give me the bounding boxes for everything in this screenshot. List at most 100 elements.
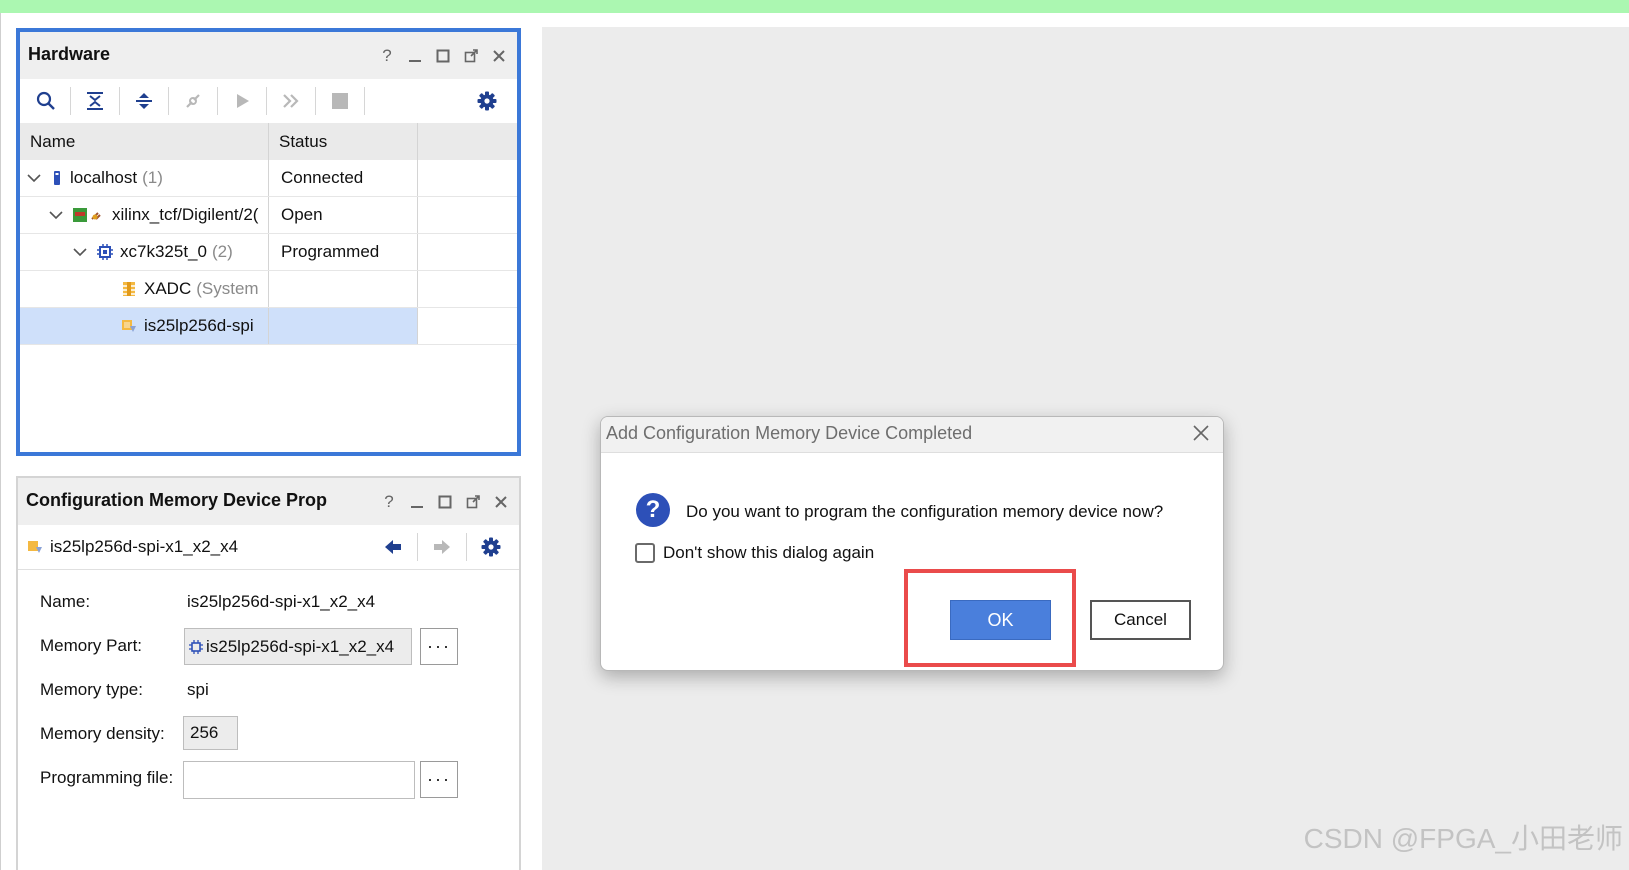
tree-cell-name: is25lp256d-spi: [20, 308, 269, 344]
tree-node-count: (System: [196, 279, 259, 298]
hardware-tree: Name Status localhost (1) Connected xili…: [20, 123, 517, 345]
memory-density-label: Memory density:: [40, 724, 165, 743]
top-status-bar: [0, 0, 1629, 13]
programming-file-label: Programming file:: [40, 768, 174, 787]
server-icon: [50, 170, 64, 186]
memory-device-icon: [120, 317, 138, 335]
properties-body: Name: is25lp256d-spi-x1_x2_x4 Memory Par…: [18, 569, 519, 800]
tree-row-fpga[interactable]: xc7k325t_0 (2) Programmed: [20, 234, 517, 271]
gear-icon[interactable]: [469, 83, 505, 119]
question-icon: ?: [636, 493, 670, 527]
expand-all-icon[interactable]: [126, 83, 162, 119]
back-arrow-icon[interactable]: [375, 529, 411, 565]
memory-type-label: Memory type:: [40, 680, 143, 699]
help-icon[interactable]: ?: [377, 46, 397, 66]
tree-cell-status: [269, 308, 418, 344]
help-icon[interactable]: ?: [379, 492, 399, 512]
run-icon[interactable]: [224, 83, 260, 119]
hardware-window-controls: ?: [377, 46, 509, 66]
board-icon: [72, 207, 106, 223]
device-bar: is25lp256d-spi-x1_x2_x4: [18, 525, 519, 569]
tree-cell-status: Connected: [269, 160, 418, 196]
float-icon[interactable]: [463, 492, 483, 512]
tree-cell-name: xilinx_tcf/Digilent/2(: [20, 197, 269, 233]
properties-panel-header: Configuration Memory Device Prop ?: [18, 478, 519, 525]
search-icon[interactable]: [28, 83, 64, 119]
minimize-icon[interactable]: [405, 46, 425, 66]
name-column-header[interactable]: Name: [20, 123, 269, 160]
memory-part-field[interactable]: is25lp256d-spi-x1_x2_x4: [184, 628, 412, 665]
tree-node-label: is25lp256d-spi: [144, 316, 254, 335]
properties-panel: Configuration Memory Device Prop ? is25l…: [16, 476, 521, 870]
toolbar-separator: [70, 87, 71, 115]
toolbar-separator: [119, 87, 120, 115]
tree-node-count: (1): [142, 168, 163, 187]
dialog-title: Add Configuration Memory Device Complete…: [606, 423, 973, 443]
chevron-down-icon[interactable]: [48, 210, 64, 220]
float-icon[interactable]: [461, 46, 481, 66]
tree-node-label: XADC: [144, 279, 192, 298]
name-label: Name:: [40, 592, 91, 611]
auto-connect-icon[interactable]: [175, 83, 211, 119]
tree-cell-status: Open: [269, 197, 418, 233]
toolbar-separator: [417, 533, 418, 561]
dialog-message: Do you want to program the configuration…: [686, 502, 1164, 521]
device-nav-icons: [375, 529, 509, 565]
toolbar-separator: [266, 87, 267, 115]
device-name: is25lp256d-spi-x1_x2_x4: [50, 537, 239, 556]
hardware-toolbar: [20, 79, 517, 123]
programming-file-input[interactable]: [183, 761, 415, 799]
forward-arrow-icon[interactable]: [424, 529, 460, 565]
properties-panel-title: Configuration Memory Device Prop: [26, 490, 328, 510]
prop-row-memory-type: Memory type: spi: [18, 668, 519, 712]
programming-file-browse-button[interactable]: ···: [420, 761, 458, 798]
status-column-header[interactable]: Status: [269, 123, 418, 160]
watermark: CSDN @FPGA_小田老师: [1303, 823, 1623, 854]
dont-show-again-label: Don't show this dialog again: [663, 543, 875, 562]
cancel-button[interactable]: Cancel: [1090, 600, 1191, 640]
collapse-all-icon[interactable]: [77, 83, 113, 119]
dont-show-again-checkbox[interactable]: [635, 543, 655, 563]
toolbar-separator: [364, 87, 365, 115]
prop-row-programming-file: Programming file: ···: [18, 756, 519, 800]
tree-node-label: xc7k325t_0: [120, 242, 207, 261]
hardware-panel-header: Hardware ?: [20, 32, 517, 79]
maximize-icon[interactable]: [435, 492, 455, 512]
prop-row-name: Name: is25lp256d-spi-x1_x2_x4: [18, 580, 519, 624]
tree-cell-name: xc7k325t_0 (2): [20, 234, 269, 270]
memory-density-field[interactable]: 256: [183, 716, 238, 750]
chevron-down-icon[interactable]: [26, 173, 42, 183]
chip-icon: [96, 243, 114, 261]
close-icon[interactable]: [491, 492, 511, 512]
minimize-icon[interactable]: [407, 492, 427, 512]
prop-row-memory-density: Memory density: 256: [18, 712, 519, 756]
toolbar-separator: [168, 87, 169, 115]
stop-icon[interactable]: [322, 83, 358, 119]
maximize-icon[interactable]: [433, 46, 453, 66]
chevron-down-icon[interactable]: [72, 247, 88, 257]
tree-cell-status: Programmed: [269, 234, 418, 270]
tree-cell-status: [269, 271, 418, 307]
close-icon[interactable]: [489, 46, 509, 66]
prop-row-memory-part: Memory Part: is25lp256d-spi-x1_x2_x4 ···: [18, 624, 519, 668]
toolbar-separator: [466, 533, 467, 561]
close-icon[interactable]: [1191, 423, 1211, 448]
toolbar-separator: [315, 87, 316, 115]
memory-part-value: is25lp256d-spi-x1_x2_x4: [206, 636, 395, 656]
tree-cell-name: XADC (System: [20, 271, 269, 307]
tree-row-cable[interactable]: xilinx_tcf/Digilent/2( Open: [20, 197, 517, 234]
memory-part-browse-button[interactable]: ···: [420, 628, 458, 665]
chip-icon: [188, 639, 204, 655]
dont-show-again-option[interactable]: Don't show this dialog again: [635, 543, 874, 563]
hardware-panel: Hardware ? Name Status localhost (1) Con…: [16, 28, 521, 456]
gear-icon[interactable]: [473, 529, 509, 565]
fast-forward-icon[interactable]: [273, 83, 309, 119]
tree-row-xadc[interactable]: XADC (System: [20, 271, 517, 308]
memory-part-label: Memory Part:: [40, 636, 143, 655]
tree-cell-name: localhost (1): [20, 160, 269, 196]
tree-row-memory-device[interactable]: is25lp256d-spi: [20, 308, 517, 345]
tree-node-label: xilinx_tcf/Digilent/2(: [112, 205, 259, 224]
name-value: is25lp256d-spi-x1_x2_x4: [187, 592, 376, 611]
hardware-panel-title: Hardware: [28, 44, 111, 64]
tree-row-localhost[interactable]: localhost (1) Connected: [20, 160, 517, 197]
